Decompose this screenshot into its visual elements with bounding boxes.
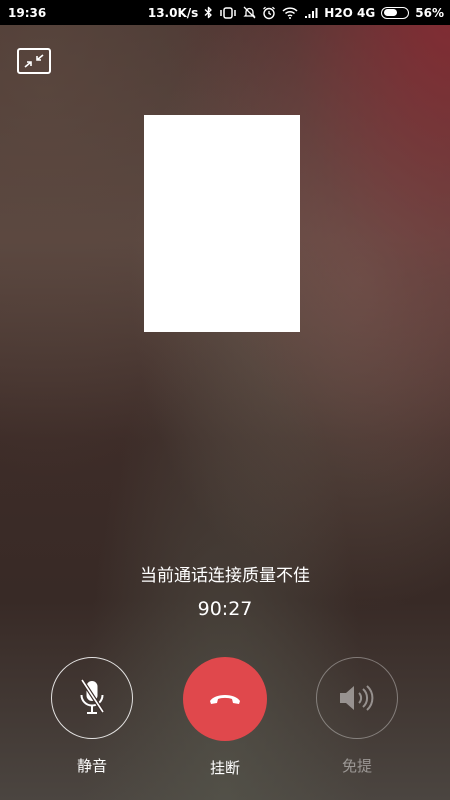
hangup-label: 挂断 — [209, 759, 240, 777]
carrier-label: H2O 4G — [324, 5, 376, 20]
call-duration: 90:27 — [197, 598, 253, 620]
call-screen: 19:36 13.0K/s H2O 4G 56% 当前通话连接质量不佳 90:2… — [0, 0, 450, 800]
battery-fill — [383, 9, 397, 16]
mute-label: 静音 — [76, 757, 107, 775]
network-speed: 13.0K/s — [147, 5, 199, 20]
minimize-window-button[interactable] — [17, 48, 51, 74]
wifi-icon — [282, 6, 298, 19]
status-icons: 13.0K/s H2O 4G 56% — [148, 6, 444, 20]
shrink-arrows-icon — [24, 54, 44, 68]
vibrate-icon — [219, 6, 237, 19]
status-time: 19:36 — [8, 5, 47, 20]
speaker-button[interactable] — [316, 657, 398, 739]
speaker-icon — [340, 685, 374, 711]
battery-percent: 56% — [415, 5, 444, 20]
bluetooth-icon — [204, 6, 213, 19]
mute-bell-icon — [243, 6, 256, 19]
mute-button[interactable] — [51, 657, 133, 739]
battery-icon — [381, 6, 410, 19]
speaker-label: 免提 — [341, 757, 372, 775]
speaker-control: 免提 — [314, 657, 400, 776]
video-preview — [144, 115, 300, 332]
hangup-control: 挂断 — [182, 657, 268, 778]
mic-off-icon — [80, 678, 105, 714]
signal-icon — [304, 7, 318, 19]
hangup-button[interactable] — [183, 657, 267, 741]
status-bar: 19:36 13.0K/s H2O 4G 56% — [0, 0, 450, 25]
phone-hangup-icon — [210, 695, 240, 704]
alarm-icon — [262, 6, 276, 20]
mute-control: 静音 — [49, 657, 135, 776]
call-quality-notice: 当前通话连接质量不佳 — [140, 566, 310, 586]
